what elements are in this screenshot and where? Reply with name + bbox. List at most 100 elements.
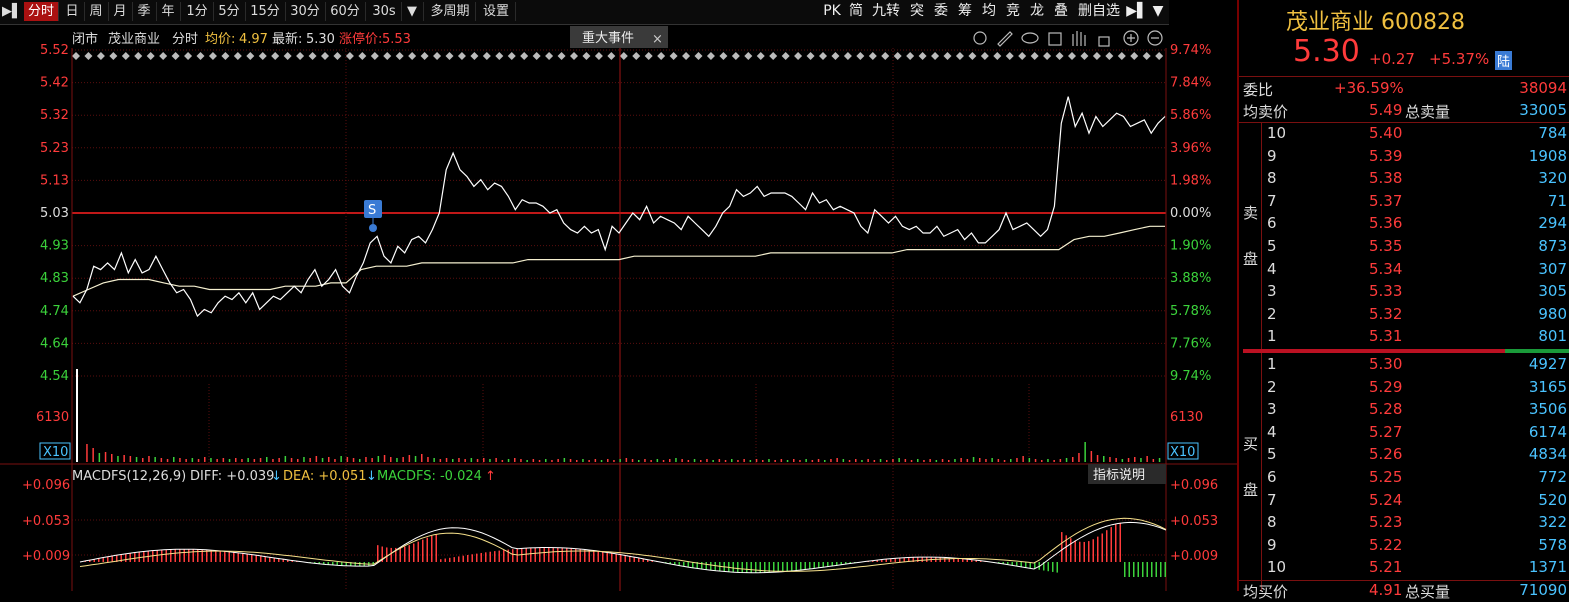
tool-long[interactable]: 龙	[1026, 2, 1048, 21]
tab-multi-period[interactable]: 多周期	[425, 2, 476, 21]
tool-del-watchlist[interactable]: 删自选	[1074, 2, 1124, 21]
event-diamond[interactable]	[1031, 52, 1039, 60]
event-diamond[interactable]	[931, 52, 939, 60]
tab-week[interactable]: 周	[84, 2, 109, 21]
event-diamond[interactable]	[682, 52, 690, 60]
event-diamond[interactable]	[147, 52, 155, 60]
event-diamond[interactable]	[782, 52, 790, 60]
event-diamond[interactable]	[695, 52, 703, 60]
event-diamond[interactable]	[234, 52, 242, 60]
tool-chou[interactable]: 筹	[954, 2, 976, 21]
event-diamond[interactable]	[719, 52, 727, 60]
asks-price[interactable]: 5.34	[1369, 260, 1402, 278]
event-diamond[interactable]	[1018, 52, 1026, 60]
bids-price[interactable]: 5.27	[1369, 423, 1402, 441]
event-diamond[interactable]	[856, 52, 864, 60]
event-diamond[interactable]	[520, 52, 528, 60]
event-diamond[interactable]	[197, 52, 205, 60]
tool-tu[interactable]: 突	[906, 2, 928, 21]
event-diamond[interactable]	[221, 52, 229, 60]
event-diamond[interactable]	[906, 52, 914, 60]
event-diamond[interactable]	[446, 52, 454, 60]
bids-price[interactable]: 5.24	[1369, 491, 1402, 509]
event-diamond[interactable]	[309, 52, 317, 60]
tab-day[interactable]: 日	[60, 2, 85, 21]
event-diamond[interactable]	[358, 52, 366, 60]
asks-price[interactable]: 5.32	[1369, 305, 1402, 323]
event-diamond[interactable]	[259, 52, 267, 60]
event-diamond[interactable]	[246, 52, 254, 60]
bids-price[interactable]: 5.22	[1369, 536, 1402, 554]
tab-30s[interactable]: 30s	[367, 2, 402, 21]
collapse-icon[interactable]: ▶▌	[1126, 2, 1148, 21]
event-diamond[interactable]	[122, 52, 130, 60]
event-diamond[interactable]	[1105, 52, 1113, 60]
event-diamond[interactable]	[284, 52, 292, 60]
tool-jing[interactable]: 竞	[1002, 2, 1024, 21]
event-diamond[interactable]	[707, 52, 715, 60]
event-diamond[interactable]	[72, 52, 80, 60]
bids-price[interactable]: 5.26	[1369, 445, 1402, 463]
eye-icon[interactable]	[1022, 33, 1038, 43]
tab-season[interactable]: 季	[132, 2, 157, 21]
event-diamond[interactable]	[1143, 52, 1151, 60]
event-diamond[interactable]	[1080, 52, 1088, 60]
event-diamond[interactable]	[794, 52, 802, 60]
event-diamond[interactable]	[1006, 52, 1014, 60]
asks-price[interactable]: 5.33	[1369, 282, 1402, 300]
event-diamond[interactable]	[732, 52, 740, 60]
event-diamond[interactable]	[844, 52, 852, 60]
event-diamond[interactable]	[333, 52, 341, 60]
event-diamond[interactable]	[670, 52, 678, 60]
event-diamond[interactable]	[371, 52, 379, 60]
event-diamond[interactable]	[881, 52, 889, 60]
tab-fenshi[interactable]: 分时	[24, 2, 59, 21]
event-diamond[interactable]	[508, 52, 516, 60]
event-diamond[interactable]	[172, 52, 180, 60]
event-diamond[interactable]	[968, 52, 976, 60]
asks-price[interactable]: 5.38	[1369, 169, 1402, 187]
event-diamond[interactable]	[757, 52, 765, 60]
tab-1min[interactable]: 1分	[181, 2, 214, 21]
tab-year[interactable]: 年	[156, 2, 181, 21]
bids-price[interactable]: 5.28	[1369, 400, 1402, 418]
tab-15min[interactable]: 15分	[245, 2, 286, 21]
tool-die[interactable]: 叠	[1050, 2, 1072, 21]
event-diamond[interactable]	[1093, 52, 1101, 60]
event-diamond[interactable]	[620, 52, 628, 60]
asks-price[interactable]: 5.37	[1369, 192, 1402, 210]
hand-icon[interactable]	[1073, 31, 1085, 46]
tool-jun[interactable]: 均	[978, 2, 1000, 21]
event-diamond[interactable]	[993, 52, 1001, 60]
expand-icon[interactable]: ▶▌	[2, 2, 22, 21]
event-diamond[interactable]	[545, 52, 553, 60]
event-diamond[interactable]	[819, 52, 827, 60]
event-diamond[interactable]	[645, 52, 653, 60]
event-diamond[interactable]	[533, 52, 541, 60]
event-diamond[interactable]	[769, 52, 777, 60]
event-diamond[interactable]	[607, 52, 615, 60]
dropdown-icon[interactable]: ▼	[401, 2, 424, 21]
trash-icon[interactable]	[1049, 33, 1061, 45]
event-diamond[interactable]	[919, 52, 927, 60]
event-diamond[interactable]	[1068, 52, 1076, 60]
event-diamond[interactable]	[558, 52, 566, 60]
event-diamond[interactable]	[981, 52, 989, 60]
event-diamond[interactable]	[396, 52, 404, 60]
event-diamond[interactable]	[109, 52, 117, 60]
event-diamond[interactable]	[483, 52, 491, 60]
event-diamond[interactable]	[433, 52, 441, 60]
event-diamond[interactable]	[209, 52, 217, 60]
bids-price[interactable]: 5.29	[1369, 378, 1402, 396]
event-diamond[interactable]	[595, 52, 603, 60]
asks-price[interactable]: 5.35	[1369, 237, 1402, 255]
asks-price[interactable]: 5.36	[1369, 214, 1402, 232]
event-diamond[interactable]	[184, 52, 192, 60]
tool-jiuzhuan[interactable]: 九转	[868, 2, 904, 21]
event-diamond[interactable]	[134, 52, 142, 60]
gear-icon[interactable]	[974, 32, 986, 44]
event-diamond[interactable]	[831, 52, 839, 60]
bids-price[interactable]: 5.30	[1369, 355, 1402, 373]
event-diamond[interactable]	[956, 52, 964, 60]
bids-price[interactable]: 5.25	[1369, 468, 1402, 486]
